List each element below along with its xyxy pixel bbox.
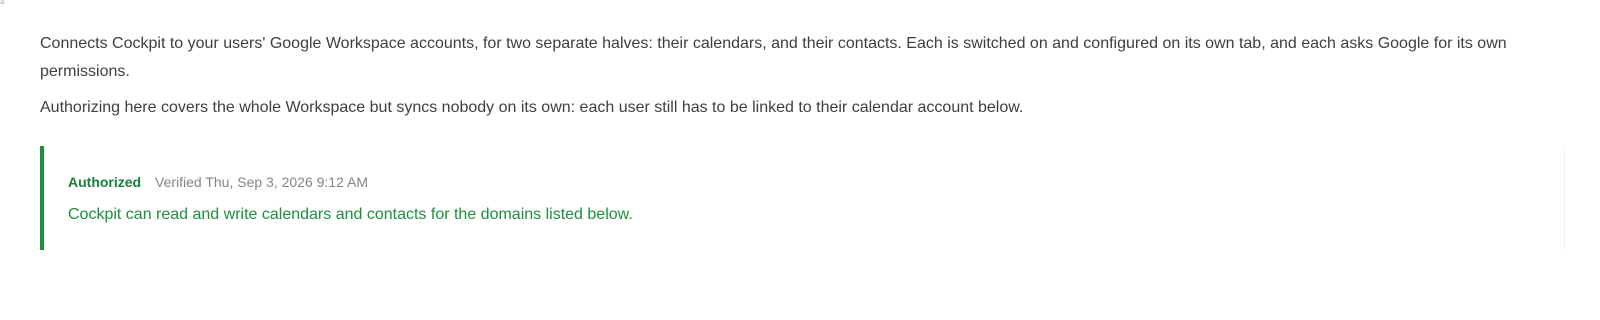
workspace-auth-section: Connects Cockpit to your users' Google W… bbox=[40, 30, 1570, 250]
corner-mark: ≡ bbox=[0, 0, 5, 7]
verified-timestamp: Verified Thu, Sep 3, 2026 9:12 AM bbox=[155, 174, 369, 190]
status-badge: Authorized bbox=[68, 174, 142, 190]
status-description: Cockpit can read and write calendars and… bbox=[68, 206, 633, 223]
intro-paragraph: Connects Cockpit to your users' Google W… bbox=[40, 35, 1507, 80]
status-row: Authorized Verified Thu, Sep 3, 2026 9:1… bbox=[68, 172, 368, 192]
authorization-status-card: Authorized Verified Thu, Sep 3, 2026 9:1… bbox=[40, 146, 1565, 250]
auth-scope-note: Authorizing here covers the whole Worksp… bbox=[40, 99, 1024, 116]
